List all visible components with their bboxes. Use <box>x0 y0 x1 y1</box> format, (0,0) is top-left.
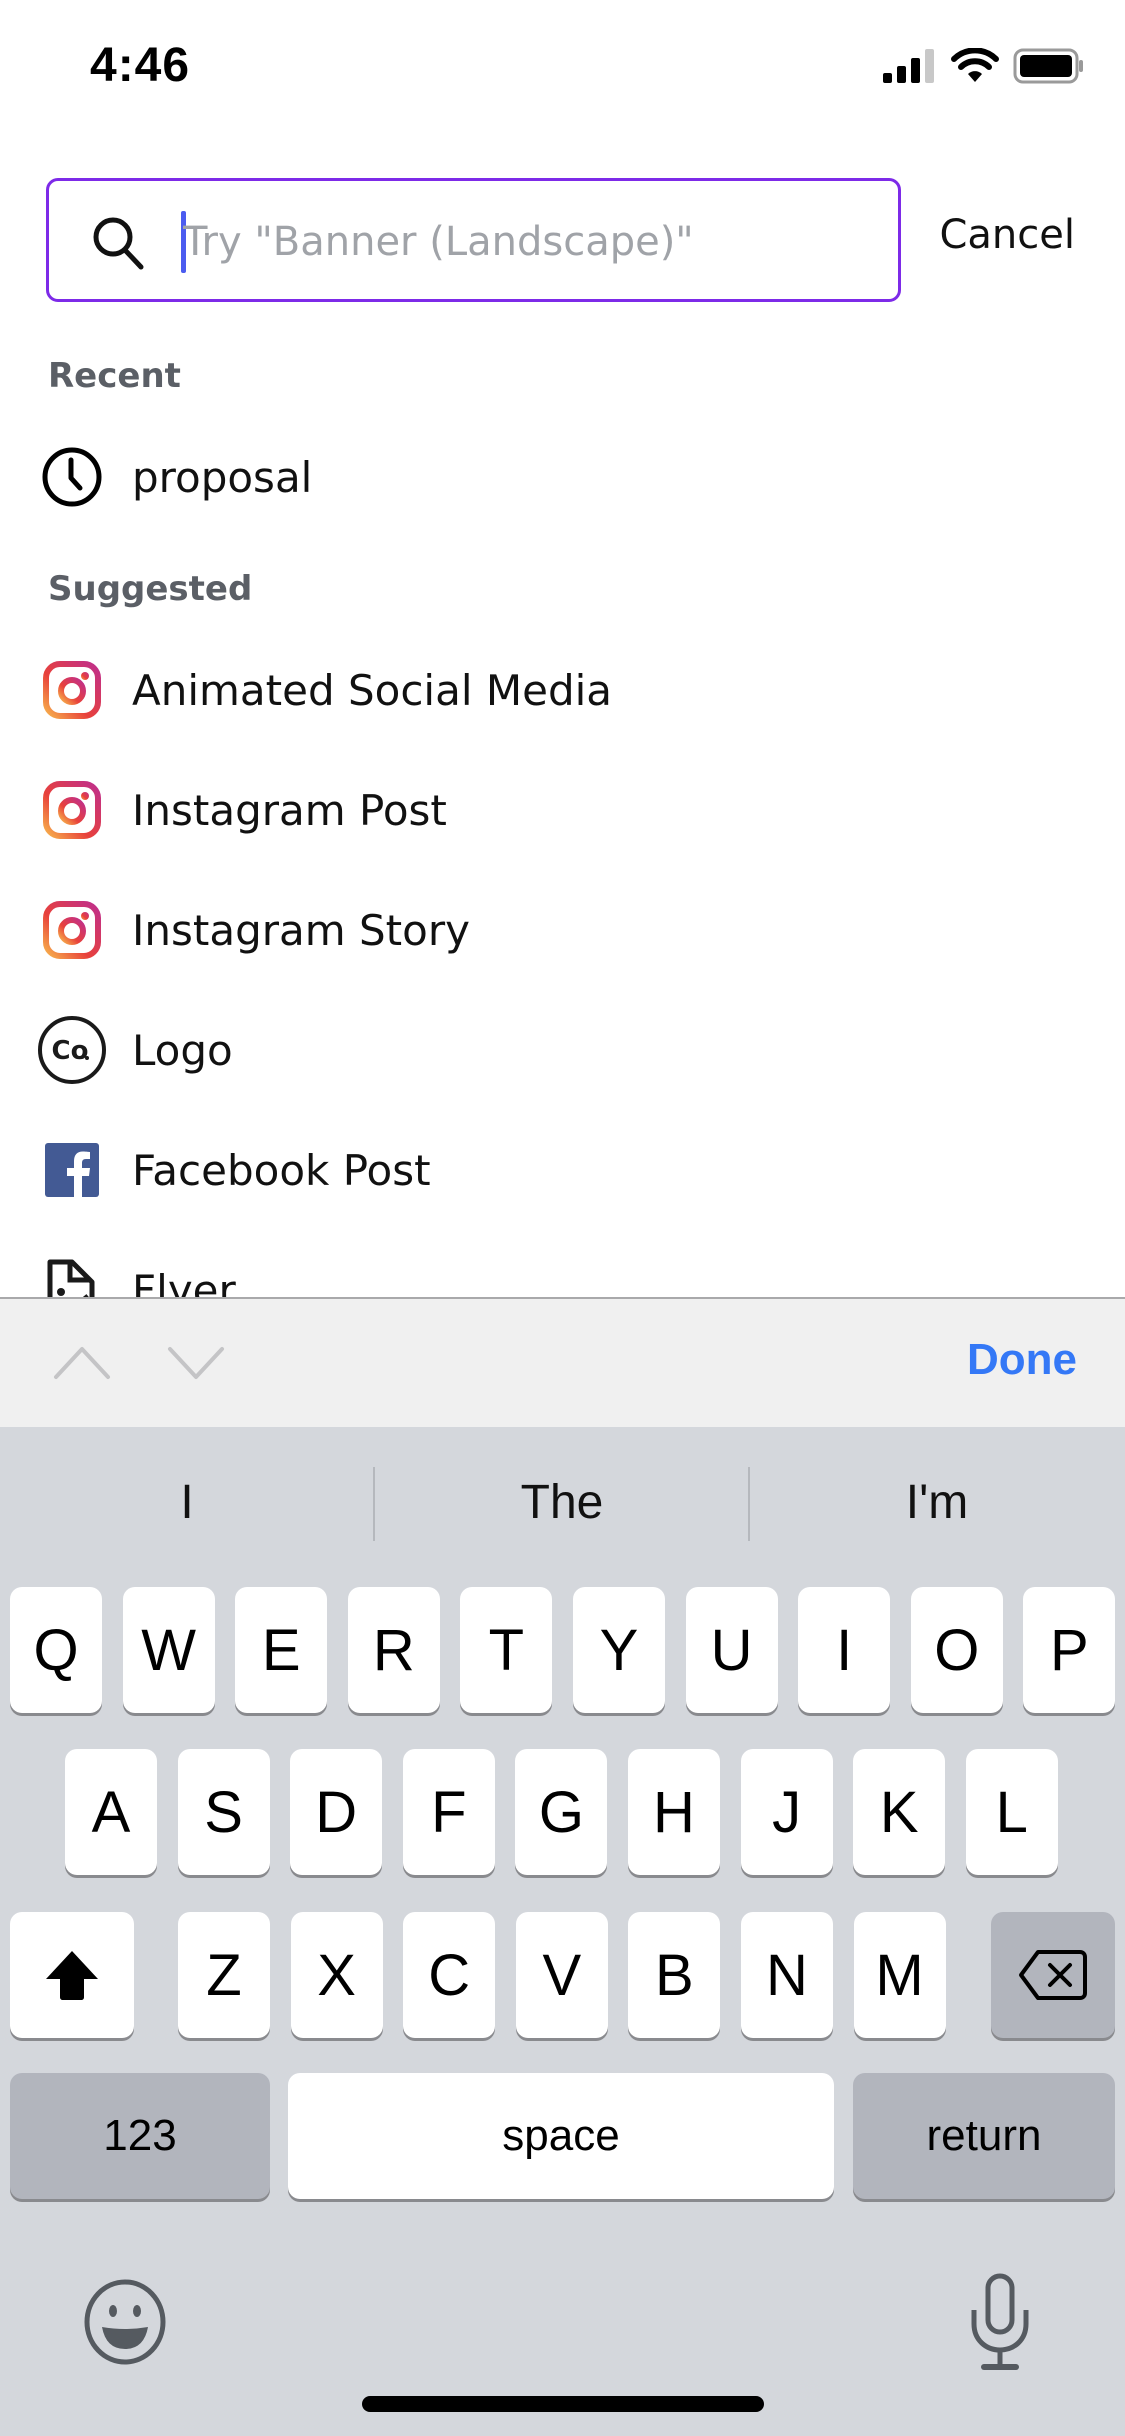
key-r[interactable]: R <box>347 1587 440 1713</box>
shift-key[interactable] <box>10 1912 134 2038</box>
chevron-down-icon[interactable] <box>166 1343 226 1383</box>
suggested-item-label: Facebook Post <box>132 1145 431 1195</box>
microphone-icon[interactable] <box>968 2272 1032 2372</box>
key-n[interactable]: N <box>741 1912 833 2038</box>
keyboard-accessory-bar: Done <box>0 1297 1125 1427</box>
svg-text:Co: Co <box>52 1036 89 1066</box>
backspace-icon <box>1019 1950 1087 2000</box>
suggested-header: Suggested <box>48 569 253 609</box>
return-key[interactable]: return <box>853 2073 1115 2199</box>
key-o[interactable]: O <box>910 1587 1003 1713</box>
suggested-item-label: Animated Social Media <box>132 665 613 715</box>
key-b[interactable]: B <box>628 1912 721 2038</box>
instagram-icon <box>36 774 108 846</box>
suggested-item-label: Instagram Post <box>132 785 447 835</box>
recent-header: Recent <box>48 356 181 396</box>
suggested-item-animated-social-media[interactable]: Animated Social Media <box>0 635 1125 745</box>
suggestion-2[interactable]: The <box>375 1427 749 1577</box>
suggested-item-flyer[interactable]: Flyer <box>0 1235 1125 1297</box>
keyboard: I The I'm QWERTYUIOP ASDFGHJKL ZXCVBNM 1… <box>0 1427 1125 2436</box>
suggested-item-label: Instagram Story <box>132 905 470 955</box>
predictive-bar: I The I'm <box>0 1427 1125 1577</box>
key-d[interactable]: D <box>290 1749 383 1875</box>
search-field[interactable] <box>46 178 901 302</box>
flyer-icon <box>36 1254 108 1297</box>
key-w[interactable]: W <box>122 1587 215 1713</box>
key-e[interactable]: E <box>235 1587 328 1713</box>
facebook-icon <box>36 1134 108 1206</box>
key-x[interactable]: X <box>290 1912 383 2038</box>
key-s[interactable]: S <box>177 1749 270 1875</box>
key-c[interactable]: C <box>403 1912 496 2038</box>
recent-item-label: proposal <box>132 452 313 502</box>
key-p[interactable]: P <box>1023 1587 1116 1713</box>
done-button[interactable]: Done <box>967 1335 1077 1385</box>
search-icon <box>93 217 144 270</box>
search-input[interactable] <box>183 203 873 281</box>
suggested-item-instagram-post[interactable]: Instagram Post <box>0 755 1125 865</box>
suggested-item-label: Logo <box>132 1025 233 1075</box>
key-g[interactable]: G <box>515 1749 608 1875</box>
space-key[interactable]: space <box>288 2073 834 2199</box>
key-v[interactable]: V <box>515 1912 608 2038</box>
suggestion-3[interactable]: I'm <box>750 1427 1124 1577</box>
key-y[interactable]: Y <box>573 1587 665 1713</box>
recent-item-proposal[interactable]: proposal <box>0 422 1125 532</box>
suggested-item-instagram-story[interactable]: Instagram Story <box>0 875 1125 985</box>
key-h[interactable]: H <box>628 1749 720 1875</box>
key-f[interactable]: F <box>402 1749 495 1875</box>
suggested-item-logo[interactable]: Co Logo <box>0 995 1125 1105</box>
key-m[interactable]: M <box>853 1912 946 2038</box>
key-a[interactable]: A <box>65 1749 157 1875</box>
clock-icon <box>36 441 108 513</box>
instagram-icon <box>36 894 108 966</box>
key-i[interactable]: I <box>798 1587 891 1713</box>
key-u[interactable]: U <box>685 1587 778 1713</box>
search-results-area: Cancel Recent proposal Suggested Animate… <box>0 0 1125 1297</box>
shift-icon <box>46 1951 98 2000</box>
key-t[interactable]: T <box>460 1587 553 1713</box>
suggested-item-facebook-post[interactable]: Facebook Post <box>0 1115 1125 1225</box>
instagram-icon <box>36 654 108 726</box>
key-l[interactable]: L <box>965 1749 1058 1875</box>
key-z[interactable]: Z <box>178 1912 270 2038</box>
numbers-key[interactable]: 123 <box>10 2073 270 2199</box>
cancel-button[interactable]: Cancel <box>939 212 1075 258</box>
key-k[interactable]: K <box>853 1749 946 1875</box>
key-j[interactable]: J <box>740 1749 833 1875</box>
delete-key[interactable] <box>991 1912 1115 2038</box>
key-q[interactable]: Q <box>10 1587 102 1713</box>
home-indicator[interactable] <box>362 2396 764 2412</box>
suggested-item-label: Flyer <box>132 1265 236 1298</box>
suggestion-1[interactable]: I <box>0 1427 374 1577</box>
emoji-icon[interactable] <box>80 2277 170 2367</box>
chevron-up-icon[interactable] <box>52 1343 112 1383</box>
logo-co-icon: Co <box>36 1014 108 1086</box>
